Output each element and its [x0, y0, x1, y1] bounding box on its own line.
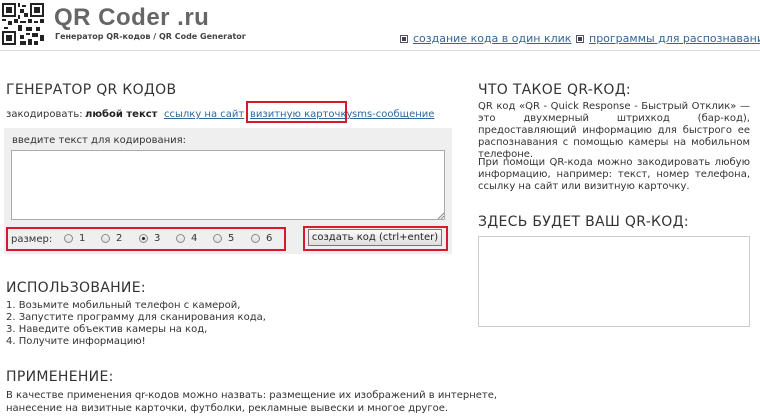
text-input[interactable] — [11, 150, 445, 220]
usage-step: 1. Возьмите мобильный телефон с камерой, — [6, 300, 241, 311]
application-text: В качестве применения qr-кодов можно наз… — [6, 390, 498, 401]
size-label: размер: — [11, 234, 53, 245]
encode-label: закодировать: — [6, 109, 83, 120]
size-option-label: 1 — [79, 233, 86, 244]
usage-title: ИСПОЛЬЗОВАНИЕ: — [6, 280, 146, 296]
application-text: нанесение на визитные карточки, футболки… — [6, 403, 449, 414]
radio-icon[interactable] — [176, 234, 185, 243]
size-option-label: 5 — [228, 233, 235, 244]
one-click-link-label: создание кода в один клик — [413, 32, 572, 45]
create-code-button[interactable]: создать код (ctrl+enter) — [308, 229, 442, 246]
header-divider — [0, 50, 760, 51]
size-option-label: 6 — [266, 233, 273, 244]
text-input-label: введите текст для кодирования: — [12, 135, 187, 146]
business-card-highlight — [246, 101, 347, 123]
qr-result-title: ЗДЕСЬ БУДЕТ ВАШ QR-КОД: — [478, 214, 689, 230]
size-option-label: 3 — [154, 233, 161, 244]
application-title: ПРИМЕНЕНИЕ: — [6, 369, 114, 385]
radio-icon[interactable] — [101, 234, 110, 243]
size-option-6[interactable]: 6 — [251, 233, 272, 244]
type-site-link[interactable]: ссылку на сайт — [164, 109, 244, 120]
usage-step: 4. Получите информацию! — [6, 336, 146, 347]
site-subtitle: Генератор QR-кодов / QR Code Generator — [55, 32, 246, 41]
size-option-5[interactable]: 5 — [213, 233, 234, 244]
size-option-3[interactable]: 3 — [139, 233, 160, 244]
qr-logo-icon — [2, 3, 44, 45]
size-option-label: 2 — [116, 233, 123, 244]
what-is-qr-paragraph-2: При помощи QR-кода можно закодировать лю… — [478, 157, 750, 192]
what-is-qr-paragraph: QR код «QR - Quick Response - Быстрый От… — [478, 101, 750, 160]
recognition-programs-link[interactable]: программы для распознавания — [576, 32, 760, 45]
size-option-4[interactable]: 4 — [176, 233, 197, 244]
qr-result-box — [478, 236, 750, 327]
generator-title: ГЕНЕРАТОР QR КОДОВ — [6, 82, 177, 98]
what-is-qr-title: ЧТО ТАКОЕ QR-КОД: — [478, 82, 631, 98]
radio-icon[interactable] — [213, 234, 222, 243]
one-click-link[interactable]: создание кода в один клик — [400, 32, 571, 45]
size-option-label: 4 — [191, 233, 198, 244]
type-any-text[interactable]: любой текст — [85, 109, 157, 120]
bullet-icon — [576, 34, 584, 43]
usage-step: 2. Запустите программу для сканирования … — [6, 312, 266, 323]
resize-grip-icon[interactable] — [437, 212, 444, 219]
size-option-2[interactable]: 2 — [101, 233, 122, 244]
type-sms-link[interactable]: sms-сообщение — [352, 109, 434, 120]
usage-step: 3. Наведите объектив камеры на код, — [6, 324, 208, 335]
site-title[interactable]: QR Coder .ru — [54, 4, 209, 32]
bullet-icon — [400, 34, 408, 43]
radio-icon[interactable] — [64, 234, 73, 243]
size-option-1[interactable]: 1 — [64, 233, 85, 244]
radio-icon[interactable] — [251, 234, 260, 243]
radio-selected-icon[interactable] — [139, 234, 148, 243]
recognition-programs-link-label: программы для распознавания — [589, 32, 760, 45]
